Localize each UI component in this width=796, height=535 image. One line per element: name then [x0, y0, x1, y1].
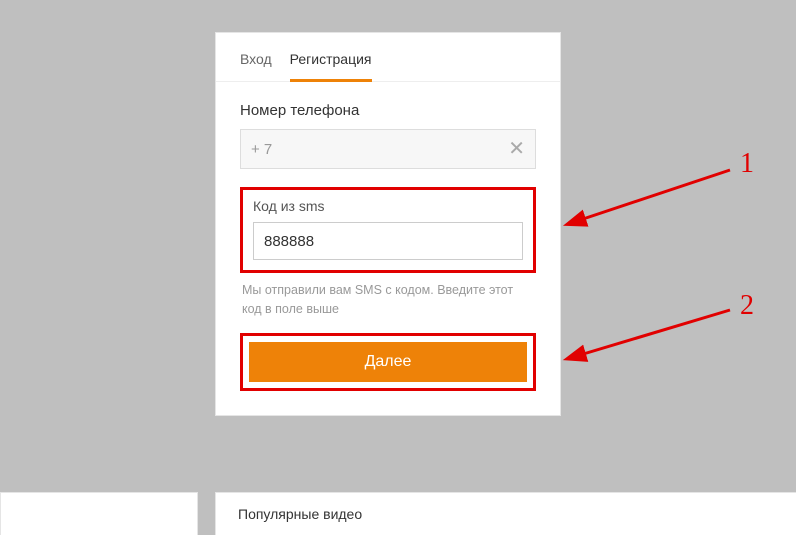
sms-label: Код из sms: [253, 198, 523, 214]
annotation-arrow-2: [560, 300, 750, 370]
next-button[interactable]: Далее: [249, 342, 527, 382]
sms-hint: Мы отправили вам SMS с кодом. Введите эт…: [242, 281, 534, 319]
popular-video-title: Популярные видео: [238, 506, 362, 522]
tabs: Вход Регистрация: [216, 33, 560, 82]
sms-code-input[interactable]: [253, 222, 523, 260]
bottom-left-block: [0, 492, 198, 535]
annotation-number-2: 2: [740, 290, 754, 322]
tab-login[interactable]: Вход: [240, 51, 272, 81]
form: Номер телефона + 7 ✕ Код из sms Мы отпра…: [216, 82, 560, 415]
next-button-highlight: Далее: [240, 333, 536, 391]
phone-prefix: + 7: [251, 141, 508, 158]
annotation-arrow-1: [560, 155, 750, 235]
sms-highlight: Код из sms: [240, 187, 536, 273]
phone-label: Номер телефона: [240, 102, 536, 119]
registration-card: Вход Регистрация Номер телефона + 7 ✕ Ко…: [215, 32, 561, 416]
close-icon[interactable]: ✕: [508, 139, 525, 159]
annotation-number-1: 1: [740, 148, 754, 180]
bottom-popular-block: Популярные видео: [215, 492, 796, 535]
tab-register[interactable]: Регистрация: [290, 51, 372, 82]
phone-field[interactable]: + 7 ✕: [240, 129, 536, 169]
